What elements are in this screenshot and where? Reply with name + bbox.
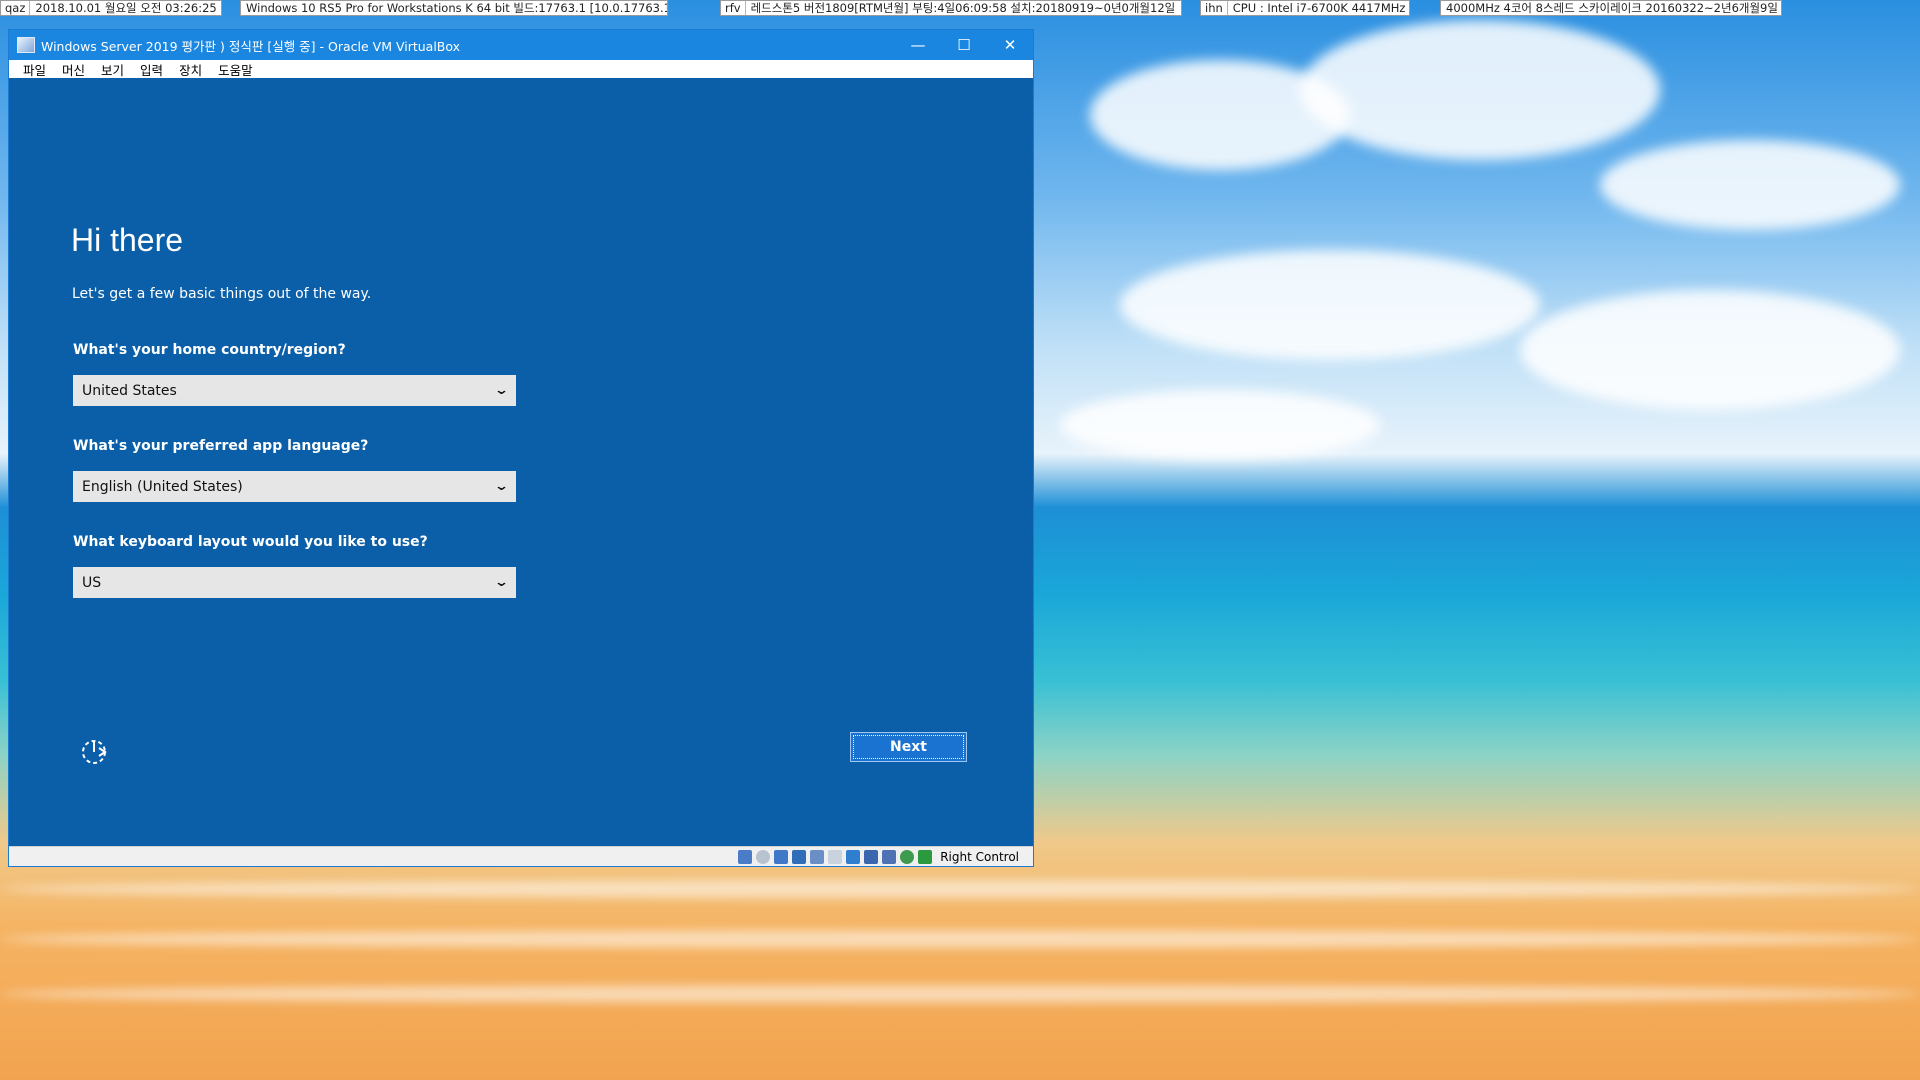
- mouse-integration-icon[interactable]: [918, 849, 933, 864]
- language-value: English (United States): [82, 478, 243, 495]
- status-bar: Right Control: [9, 846, 1033, 866]
- window-title: Windows Server 2019 평가판 ) 정식판 [실행 중] - O…: [41, 38, 461, 54]
- virtualbox-window: Windows Server 2019 평가판 ) 정식판 [실행 중] - O…: [8, 29, 1034, 867]
- virtualbox-app-icon: [17, 37, 35, 53]
- recording-icon[interactable]: [864, 849, 879, 864]
- info-box-os: Windows 10 RS5 Pro for Workstations K 64…: [240, 0, 668, 16]
- maximize-button[interactable]: ☐: [941, 30, 987, 60]
- network-icon[interactable]: [792, 849, 807, 864]
- language-dropdown[interactable]: English (United States) ⌄: [73, 471, 516, 502]
- menu-view[interactable]: 보기: [93, 60, 132, 79]
- menu-bar: 파일 머신 보기 입력 장치 도움말: [9, 60, 1033, 79]
- info-value: CPU : Intel i7-6700K 4417MHz: [1232, 1, 1406, 15]
- host-key-label: Right Control: [940, 849, 1019, 864]
- country-dropdown[interactable]: United States ⌄: [73, 375, 516, 406]
- info-value: Windows 10 RS5 Pro for Workstations K 64…: [246, 1, 668, 15]
- menu-input[interactable]: 입력: [132, 60, 171, 79]
- country-label: What's your home country/region?: [73, 342, 346, 358]
- close-button[interactable]: ✕: [987, 30, 1033, 60]
- audio-icon[interactable]: [774, 849, 789, 864]
- info-box-cpu-detail: 4000MHz 4코어 8스레드 스카이레이크 20160322~2년6개월9일: [1440, 0, 1782, 16]
- info-key: rfv: [721, 1, 746, 15]
- chevron-down-icon: ⌄: [493, 479, 510, 494]
- country-value: United States: [82, 382, 177, 399]
- keyboard-label: What keyboard layout would you like to u…: [73, 534, 428, 550]
- info-key: ihn: [1201, 1, 1228, 15]
- arrow-icon[interactable]: [900, 849, 915, 864]
- info-value: 4000MHz 4코어 8스레드 스카이레이크 20160322~2년6개월9일: [1446, 1, 1778, 15]
- chevron-down-icon: ⌄: [493, 575, 510, 590]
- minimize-button[interactable]: —: [895, 30, 941, 60]
- menu-machine[interactable]: 머신: [54, 60, 93, 79]
- page-subtitle: Let's get a few basic things out of the …: [72, 286, 372, 302]
- menu-devices[interactable]: 장치: [171, 60, 210, 79]
- info-key: qaz: [1, 1, 31, 15]
- info-value: 2018.10.01 월요일 오전 03:26:25: [35, 1, 217, 15]
- info-value: 레드스톤5 버전1809[RTM년월] 부팅:4일06:09:58 설치:201…: [750, 1, 1176, 15]
- keyboard-dropdown[interactable]: US ⌄: [73, 567, 516, 598]
- info-box-cpu: ihn CPU : Intel i7-6700K 4417MHz: [1200, 0, 1410, 16]
- language-label: What's your preferred app language?: [73, 438, 369, 454]
- info-box-datetime: qaz 2018.10.01 월요일 오전 03:26:25: [0, 0, 222, 16]
- page-title: Hi there: [71, 222, 184, 258]
- guest-screen[interactable]: Hi there Let's get a few basic things ou…: [9, 78, 1033, 847]
- next-button[interactable]: Next: [850, 732, 967, 762]
- menu-help[interactable]: 도움말: [210, 60, 261, 79]
- cpu-icon[interactable]: [882, 849, 897, 864]
- info-box-build: rfv 레드스톤5 버전1809[RTM년월] 부팅:4일06:09:58 설치…: [720, 0, 1182, 16]
- ease-of-access-icon[interactable]: [79, 737, 109, 767]
- title-bar[interactable]: Windows Server 2019 평가판 ) 정식판 [실행 중] - O…: [9, 30, 1033, 60]
- keyboard-value: US: [82, 574, 102, 591]
- usb-icon[interactable]: [810, 849, 825, 864]
- menu-file[interactable]: 파일: [15, 60, 54, 79]
- hdd-icon[interactable]: [738, 849, 753, 864]
- optical-icon[interactable]: [756, 849, 771, 864]
- shared-folder-icon[interactable]: [828, 849, 843, 864]
- display-icon[interactable]: [846, 849, 861, 864]
- desktop-info-bar: qaz 2018.10.01 월요일 오전 03:26:25 Windows 1…: [0, 0, 1920, 18]
- chevron-down-icon: ⌄: [493, 383, 510, 398]
